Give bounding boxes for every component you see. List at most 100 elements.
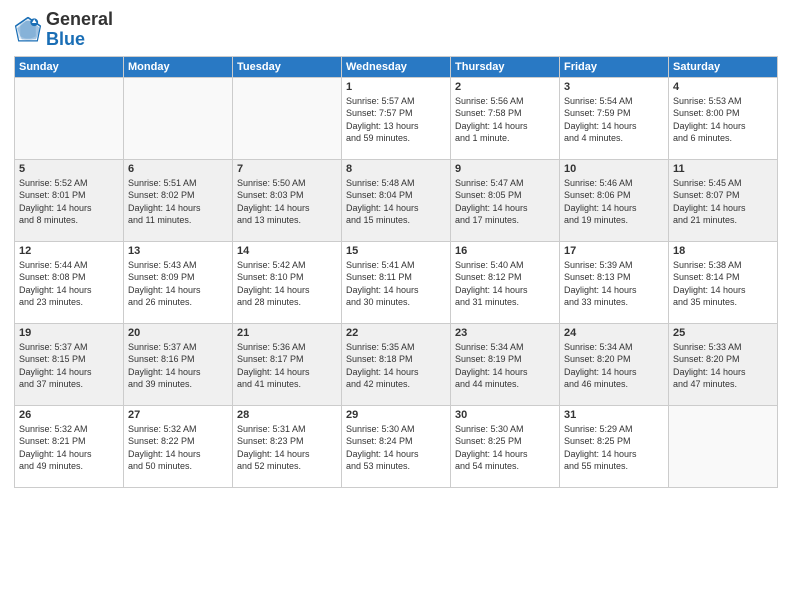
table-row [15,77,124,159]
day-info: Sunrise: 5:44 AMSunset: 8:08 PMDaylight:… [19,259,119,309]
table-row: 8 Sunrise: 5:48 AMSunset: 8:04 PMDaylight… [342,159,451,241]
table-row: 13Sunrise: 5:43 AMSunset: 8:09 PMDayligh… [124,241,233,323]
day-info: Sunrise: 5:32 AMSunset: 8:22 PMDaylight:… [128,423,228,473]
table-row [669,405,778,487]
table-row: 28 Sunrise: 5:31 AMSunset: 8:23 PMDayligh… [233,405,342,487]
table-row: 22 Sunrise: 5:35 AMSunset: 8:18 PMDayligh… [342,323,451,405]
day-info: Sunrise: 5:47 AMSunset: 8:05 PMDaylight:… [455,177,555,227]
day-number: 1 [346,81,446,93]
day-number: 17 [564,245,664,257]
day-number: 3 [564,81,664,93]
day-info: Sunrise: 5:34 AMSunset: 8:20 PMDaylight:… [564,341,664,391]
calendar-week-row: 26Sunrise: 5:32 AMSunset: 8:21 PMDayligh… [15,405,778,487]
day-number: 12 [19,245,119,257]
table-row: 5 Sunrise: 5:52 AMSunset: 8:01 PMDaylight… [15,159,124,241]
logo: General Blue [14,10,113,50]
day-number: 6 [128,163,228,175]
day-info: Sunrise: 5:48 AMSunset: 8:04 PMDaylight:… [346,177,446,227]
day-info: Sunrise: 5:54 AMSunset: 7:59 PMDaylight:… [564,95,664,145]
table-row: 15 Sunrise: 5:41 AMSunset: 8:11 PMDayligh… [342,241,451,323]
col-monday: Monday [124,56,233,77]
table-row: 30 Sunrise: 5:30 AMSunset: 8:25 PMDayligh… [451,405,560,487]
table-row: 23Sunrise: 5:34 AMSunset: 8:19 PMDayligh… [451,323,560,405]
header: General Blue [14,10,778,50]
logo-blue: Blue [46,30,113,50]
table-row: 27 Sunrise: 5:32 AMSunset: 8:22 PMDayligh… [124,405,233,487]
day-info: Sunrise: 5:41 AMSunset: 8:11 PMDaylight:… [346,259,446,309]
day-info: Sunrise: 5:37 AMSunset: 8:15 PMDaylight:… [19,341,119,391]
table-row: 10 Sunrise: 5:46 AMSunset: 8:06 PMDayligh… [560,159,669,241]
day-number: 7 [237,163,337,175]
calendar-week-row: 19Sunrise: 5:37 AMSunset: 8:15 PMDayligh… [15,323,778,405]
logo-text: General Blue [46,10,113,50]
calendar-week-row: 12 Sunrise: 5:44 AMSunset: 8:08 PMDayligh… [15,241,778,323]
table-row: 31 Sunrise: 5:29 AMSunset: 8:25 PMDayligh… [560,405,669,487]
day-number: 31 [564,409,664,421]
table-row: 24 Sunrise: 5:34 AMSunset: 8:20 PMDayligh… [560,323,669,405]
day-info: Sunrise: 5:36 AMSunset: 8:17 PMDaylight:… [237,341,337,391]
day-number: 29 [346,409,446,421]
day-info: Sunrise: 5:30 AMSunset: 8:24 PMDaylight:… [346,423,446,473]
day-info: Sunrise: 5:53 AMSunset: 8:00 PMDaylight:… [673,95,773,145]
day-number: 18 [673,245,773,257]
day-number: 10 [564,163,664,175]
table-row: 20 Sunrise: 5:37 AMSunset: 8:16 PMDayligh… [124,323,233,405]
day-info: Sunrise: 5:52 AMSunset: 8:01 PMDaylight:… [19,177,119,227]
day-info: Sunrise: 5:43 AMSunset: 8:09 PMDaylight:… [128,259,228,309]
day-info: Sunrise: 5:45 AMSunset: 8:07 PMDaylight:… [673,177,773,227]
day-number: 15 [346,245,446,257]
day-number: 30 [455,409,555,421]
day-number: 16 [455,245,555,257]
table-row: 11 Sunrise: 5:45 AMSunset: 8:07 PMDayligh… [669,159,778,241]
table-row: 18Sunrise: 5:38 AMSunset: 8:14 PMDayligh… [669,241,778,323]
table-row: 17Sunrise: 5:39 AMSunset: 8:13 PMDayligh… [560,241,669,323]
day-number: 11 [673,163,773,175]
table-row: 3 Sunrise: 5:54 AMSunset: 7:59 PMDaylight… [560,77,669,159]
day-info: Sunrise: 5:40 AMSunset: 8:12 PMDaylight:… [455,259,555,309]
day-info: Sunrise: 5:57 AMSunset: 7:57 PMDaylight:… [346,95,446,145]
table-row: 14 Sunrise: 5:42 AMSunset: 8:10 PMDayligh… [233,241,342,323]
col-thursday: Thursday [451,56,560,77]
logo-general: General [46,10,113,30]
day-info: Sunrise: 5:37 AMSunset: 8:16 PMDaylight:… [128,341,228,391]
table-row: 4Sunrise: 5:53 AMSunset: 8:00 PMDaylight… [669,77,778,159]
day-number: 20 [128,327,228,339]
table-row: 9 Sunrise: 5:47 AMSunset: 8:05 PMDaylight… [451,159,560,241]
day-number: 8 [346,163,446,175]
col-wednesday: Wednesday [342,56,451,77]
col-tuesday: Tuesday [233,56,342,77]
day-info: Sunrise: 5:30 AMSunset: 8:25 PMDaylight:… [455,423,555,473]
day-info: Sunrise: 5:31 AMSunset: 8:23 PMDaylight:… [237,423,337,473]
day-number: 2 [455,81,555,93]
table-row: 19Sunrise: 5:37 AMSunset: 8:15 PMDayligh… [15,323,124,405]
calendar-week-row: 1 Sunrise: 5:57 AMSunset: 7:57 PMDaylight… [15,77,778,159]
day-info: Sunrise: 5:42 AMSunset: 8:10 PMDaylight:… [237,259,337,309]
day-info: Sunrise: 5:56 AMSunset: 7:58 PMDaylight:… [455,95,555,145]
day-info: Sunrise: 5:29 AMSunset: 8:25 PMDaylight:… [564,423,664,473]
day-number: 5 [19,163,119,175]
day-number: 24 [564,327,664,339]
col-friday: Friday [560,56,669,77]
day-info: Sunrise: 5:46 AMSunset: 8:06 PMDaylight:… [564,177,664,227]
day-number: 27 [128,409,228,421]
day-number: 9 [455,163,555,175]
day-number: 21 [237,327,337,339]
day-info: Sunrise: 5:33 AMSunset: 8:20 PMDaylight:… [673,341,773,391]
table-row: 12 Sunrise: 5:44 AMSunset: 8:08 PMDayligh… [15,241,124,323]
calendar-header-row: Sunday Monday Tuesday Wednesday Thursday… [15,56,778,77]
table-row: 7Sunrise: 5:50 AMSunset: 8:03 PMDaylight… [233,159,342,241]
table-row: 2 Sunrise: 5:56 AMSunset: 7:58 PMDaylight… [451,77,560,159]
table-row [233,77,342,159]
table-row: 29 Sunrise: 5:30 AMSunset: 8:24 PMDayligh… [342,405,451,487]
day-number: 25 [673,327,773,339]
day-number: 14 [237,245,337,257]
day-number: 22 [346,327,446,339]
day-info: Sunrise: 5:32 AMSunset: 8:21 PMDaylight:… [19,423,119,473]
day-info: Sunrise: 5:34 AMSunset: 8:19 PMDaylight:… [455,341,555,391]
table-row: 6 Sunrise: 5:51 AMSunset: 8:02 PMDaylight… [124,159,233,241]
table-row: 1 Sunrise: 5:57 AMSunset: 7:57 PMDaylight… [342,77,451,159]
day-info: Sunrise: 5:51 AMSunset: 8:02 PMDaylight:… [128,177,228,227]
calendar: Sunday Monday Tuesday Wednesday Thursday… [14,56,778,488]
day-info: Sunrise: 5:35 AMSunset: 8:18 PMDaylight:… [346,341,446,391]
day-number: 28 [237,409,337,421]
